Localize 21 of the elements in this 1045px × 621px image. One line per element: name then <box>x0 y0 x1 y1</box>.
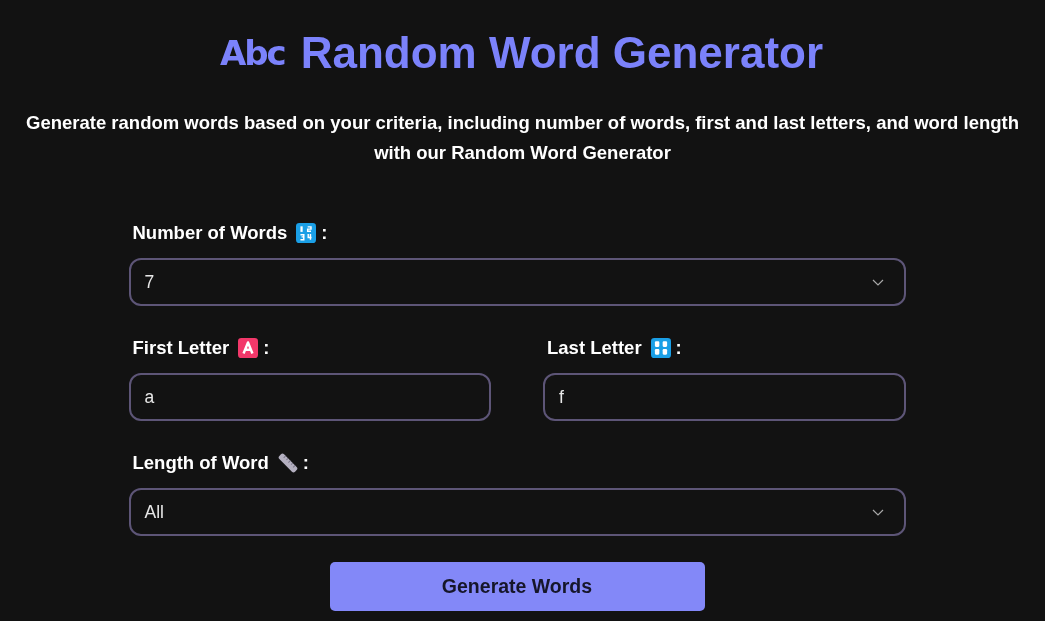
field-label: Last Letter <box>547 337 642 359</box>
input-field[interactable]: a <box>128 373 491 421</box>
chevron-down-icon <box>871 278 884 286</box>
chevron-down-icon <box>871 508 884 516</box>
page-title: Random Word Generator <box>300 26 824 79</box>
field-label: Number of Words <box>132 222 288 244</box>
input-field[interactable]: f <box>543 373 906 421</box>
field-label: Length of Word <box>132 452 269 474</box>
label-colon: : <box>263 337 270 359</box>
label-colon: : <box>675 337 682 359</box>
letter-tile-icon <box>238 338 259 358</box>
dropdown[interactable]: All <box>128 488 906 536</box>
label-colon: : <box>321 222 328 244</box>
field-label: First Letter <box>132 337 230 359</box>
dropdown[interactable]: 7 <box>128 258 906 306</box>
number-tile-icon <box>296 223 317 243</box>
page-description: Generate random words based on your criteria, including number of words, first and last letters, and word length with our Random Word Generator <box>25 111 1020 165</box>
label-colon: : <box>302 452 309 474</box>
logo-text: Abc <box>219 36 285 70</box>
grid-tile-icon <box>650 338 671 358</box>
generate-button[interactable]: Generate Words <box>329 562 705 611</box>
